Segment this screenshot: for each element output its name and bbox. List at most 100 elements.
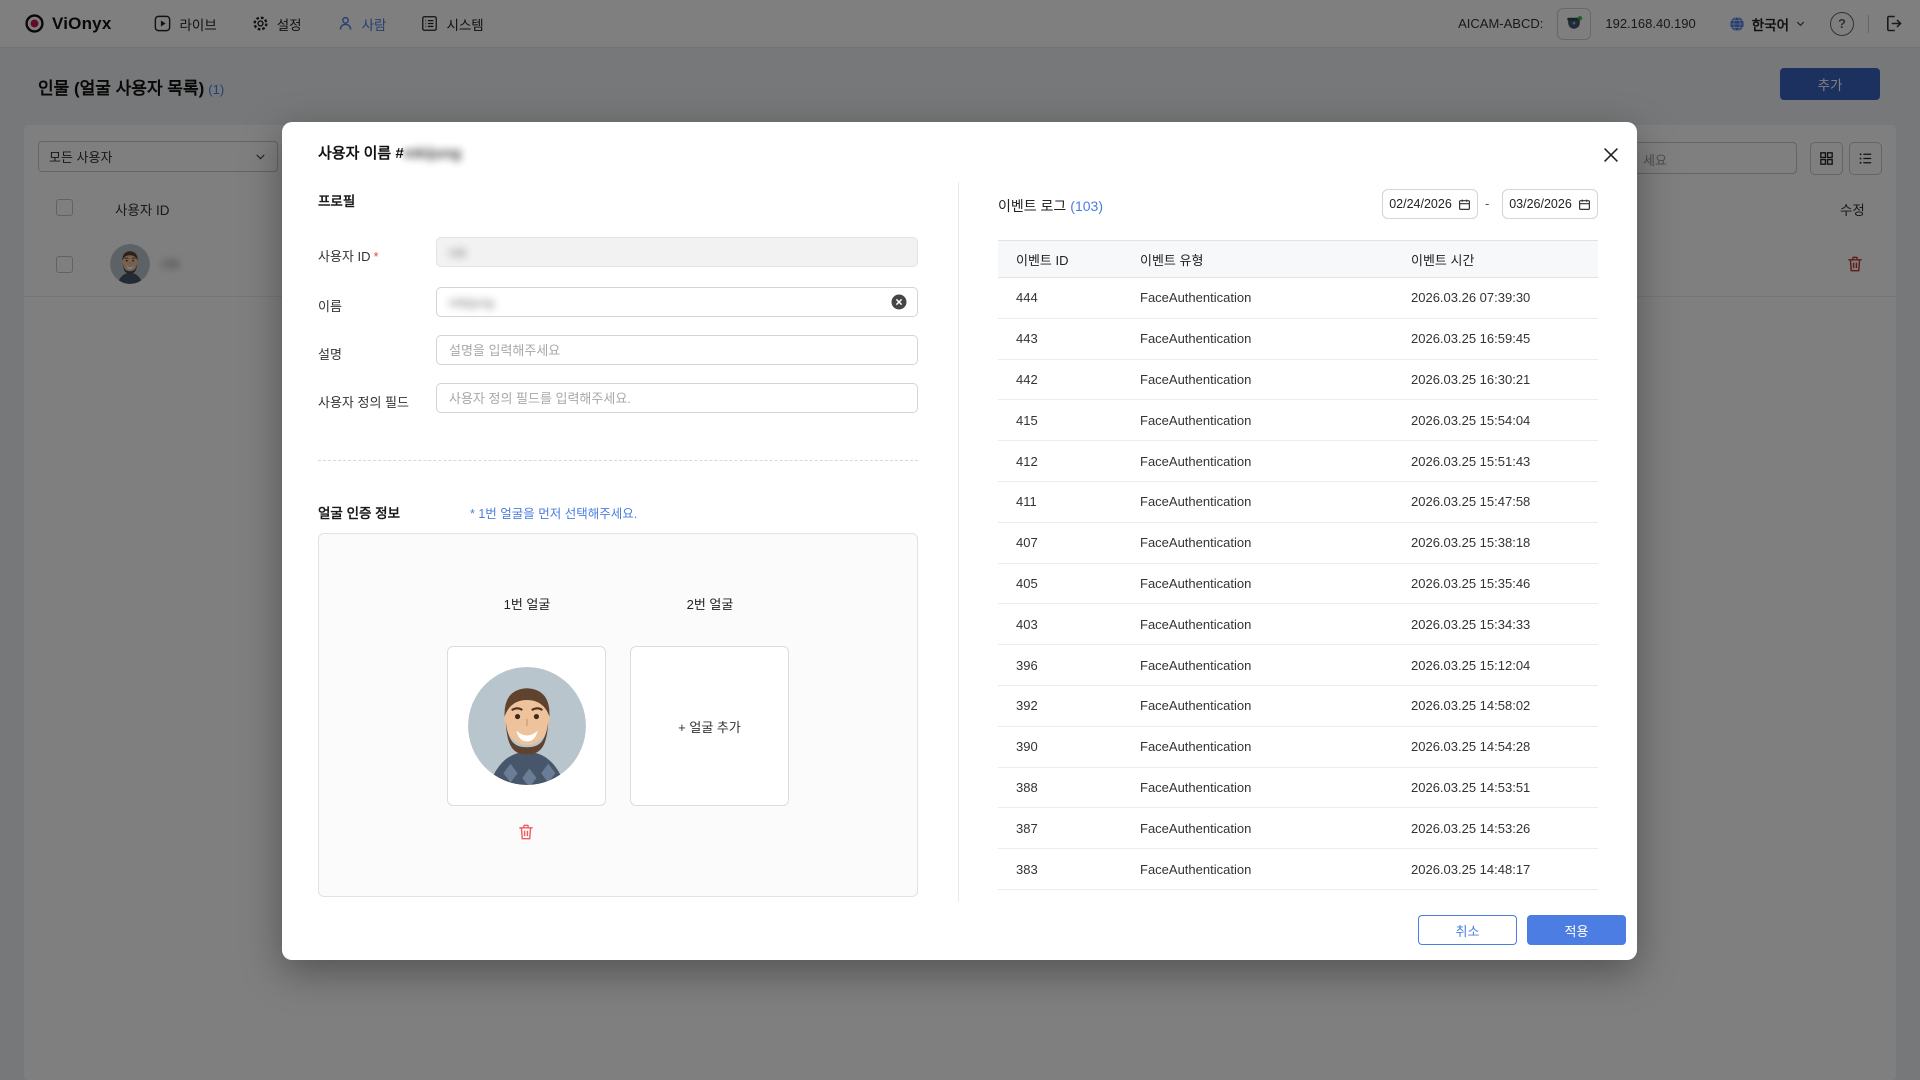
calendar-icon bbox=[1458, 198, 1471, 211]
event-id-cell: 442 bbox=[1016, 372, 1140, 387]
modal-title: 사용자 이름 #mkijung bbox=[318, 142, 461, 163]
event-row: 388 FaceAuthentication 2026.03.25 14:53:… bbox=[998, 768, 1598, 809]
event-time-cell: 2026.03.25 15:47:58 bbox=[1411, 494, 1598, 509]
event-row: 392 FaceAuthentication 2026.03.25 14:58:… bbox=[998, 686, 1598, 727]
calendar-icon bbox=[1578, 198, 1591, 211]
event-time-cell: 2026.03.26 07:39:30 bbox=[1411, 290, 1598, 305]
event-type-cell: FaceAuthentication bbox=[1140, 780, 1411, 795]
event-id-cell: 403 bbox=[1016, 617, 1140, 632]
event-time-cell: 2026.03.25 16:59:45 bbox=[1411, 331, 1598, 346]
event-id-cell: 407 bbox=[1016, 535, 1140, 550]
event-type-cell: FaceAuthentication bbox=[1140, 658, 1411, 673]
delete-face-trash-icon[interactable] bbox=[516, 822, 536, 842]
date-to-value: 03/26/2026 bbox=[1509, 197, 1572, 211]
event-id-cell: 412 bbox=[1016, 454, 1140, 469]
event-id-cell: 411 bbox=[1016, 494, 1140, 509]
event-row: 396 FaceAuthentication 2026.03.25 15:12:… bbox=[998, 645, 1598, 686]
event-type-cell: FaceAuthentication bbox=[1140, 413, 1411, 428]
user-detail-modal: 사용자 이름 #mkijung 프로필 사용자 ID* mk 이름 mkijun… bbox=[282, 122, 1637, 960]
event-id-cell: 392 bbox=[1016, 698, 1140, 713]
event-time-cell: 2026.03.25 15:12:04 bbox=[1411, 658, 1598, 673]
event-row: 442 FaceAuthentication 2026.03.25 16:30:… bbox=[998, 360, 1598, 401]
event-id-cell: 415 bbox=[1016, 413, 1140, 428]
event-time-cell: 2026.03.25 15:38:18 bbox=[1411, 535, 1598, 550]
event-row: 383 FaceAuthentication 2026.03.25 14:48:… bbox=[998, 849, 1598, 890]
face-auth-panel: 1번 얼굴 2번 얼굴 bbox=[318, 533, 918, 897]
event-type-cell: FaceAuthentication bbox=[1140, 454, 1411, 469]
event-type-cell: FaceAuthentication bbox=[1140, 698, 1411, 713]
event-type-cell: FaceAuthentication bbox=[1140, 372, 1411, 387]
apply-button[interactable]: 적용 bbox=[1527, 915, 1626, 945]
event-type-cell: FaceAuthentication bbox=[1140, 494, 1411, 509]
event-type-column: 이벤트 유형 bbox=[1140, 250, 1411, 269]
event-time-cell: 2026.03.25 15:51:43 bbox=[1411, 454, 1598, 469]
user-id-value-redacted: mk bbox=[449, 245, 466, 260]
event-row: 387 FaceAuthentication 2026.03.25 14:53:… bbox=[998, 808, 1598, 849]
name-label: 이름 bbox=[318, 296, 342, 315]
event-type-cell: FaceAuthentication bbox=[1140, 821, 1411, 836]
custom-field[interactable] bbox=[436, 383, 918, 413]
event-id-cell: 387 bbox=[1016, 821, 1140, 836]
event-row: 444 FaceAuthentication 2026.03.26 07:39:… bbox=[998, 278, 1598, 319]
face-slot2-label: 2번 얼굴 bbox=[630, 594, 790, 613]
required-asterisk: * bbox=[374, 249, 379, 264]
event-id-cell: 383 bbox=[1016, 862, 1140, 877]
event-time-cell: 2026.03.25 14:58:02 bbox=[1411, 698, 1598, 713]
event-type-cell: FaceAuthentication bbox=[1140, 862, 1411, 877]
custom-field-label: 사용자 정의 필드 bbox=[318, 392, 409, 411]
event-id-cell: 405 bbox=[1016, 576, 1140, 591]
event-row: 390 FaceAuthentication 2026.03.25 14:54:… bbox=[998, 727, 1598, 768]
event-count-badge: (103) bbox=[1070, 198, 1103, 214]
event-type-cell: FaceAuthentication bbox=[1140, 290, 1411, 305]
event-id-cell: 444 bbox=[1016, 290, 1140, 305]
event-time-cell: 2026.03.25 16:30:21 bbox=[1411, 372, 1598, 387]
date-range-dash: - bbox=[1485, 196, 1489, 211]
event-row: 405 FaceAuthentication 2026.03.25 15:35:… bbox=[998, 564, 1598, 605]
event-row: 412 FaceAuthentication 2026.03.25 15:51:… bbox=[998, 441, 1598, 482]
add-face-label: + 얼굴 추가 bbox=[678, 717, 741, 736]
date-from-input[interactable]: 02/24/2026 bbox=[1382, 189, 1478, 219]
event-time-cell: 2026.03.25 15:35:46 bbox=[1411, 576, 1598, 591]
face-auth-note: * 1번 얼굴을 먼저 선택해주세요. bbox=[470, 503, 637, 522]
modal-column-divider bbox=[958, 182, 959, 902]
name-field[interactable] bbox=[436, 287, 918, 317]
face-photo bbox=[468, 667, 586, 785]
event-log-title: 이벤트 로그(103) bbox=[998, 196, 1103, 216]
face-slot1-label: 1번 얼굴 bbox=[447, 594, 607, 613]
clear-name-icon[interactable] bbox=[890, 293, 908, 311]
event-row: 407 FaceAuthentication 2026.03.25 15:38:… bbox=[998, 523, 1598, 564]
description-field[interactable] bbox=[436, 335, 918, 365]
event-row: 443 FaceAuthentication 2026.03.25 16:59:… bbox=[998, 319, 1598, 360]
date-from-value: 02/24/2026 bbox=[1389, 197, 1452, 211]
user-id-field bbox=[436, 237, 918, 267]
event-id-cell: 396 bbox=[1016, 658, 1140, 673]
event-log-table: 이벤트 ID 이벤트 유형 이벤트 시간 444 FaceAuthenticat… bbox=[998, 240, 1598, 890]
event-type-cell: FaceAuthentication bbox=[1140, 576, 1411, 591]
close-icon[interactable] bbox=[1600, 144, 1622, 166]
event-time-column: 이벤트 시간 bbox=[1411, 250, 1598, 269]
event-time-cell: 2026.03.25 14:53:51 bbox=[1411, 780, 1598, 795]
user-id-label-text: 사용자 ID bbox=[318, 249, 371, 264]
event-table-body: 444 FaceAuthentication 2026.03.26 07:39:… bbox=[998, 278, 1598, 890]
modal-title-name-redacted: mkijung bbox=[404, 145, 462, 162]
modal-title-prefix: 사용자 이름 # bbox=[318, 145, 404, 162]
face-auth-heading: 얼굴 인증 정보 bbox=[318, 502, 400, 522]
name-value-redacted: mkijung bbox=[449, 295, 494, 310]
event-row: 403 FaceAuthentication 2026.03.25 15:34:… bbox=[998, 604, 1598, 645]
profile-section-heading: 프로필 bbox=[318, 190, 355, 210]
date-to-input[interactable]: 03/26/2026 bbox=[1502, 189, 1598, 219]
user-id-label: 사용자 ID* bbox=[318, 246, 379, 265]
event-row: 411 FaceAuthentication 2026.03.25 15:47:… bbox=[998, 482, 1598, 523]
event-time-cell: 2026.03.25 14:48:17 bbox=[1411, 862, 1598, 877]
face-card-1[interactable] bbox=[447, 646, 606, 806]
event-type-cell: FaceAuthentication bbox=[1140, 617, 1411, 632]
event-time-cell: 2026.03.25 14:54:28 bbox=[1411, 739, 1598, 754]
description-label: 설명 bbox=[318, 344, 342, 363]
event-id-cell: 443 bbox=[1016, 331, 1140, 346]
cancel-button[interactable]: 취소 bbox=[1418, 915, 1517, 945]
add-face-card[interactable]: + 얼굴 추가 bbox=[630, 646, 789, 806]
event-id-column: 이벤트 ID bbox=[1016, 250, 1140, 269]
event-type-cell: FaceAuthentication bbox=[1140, 331, 1411, 346]
event-id-cell: 390 bbox=[1016, 739, 1140, 754]
event-type-cell: FaceAuthentication bbox=[1140, 739, 1411, 754]
